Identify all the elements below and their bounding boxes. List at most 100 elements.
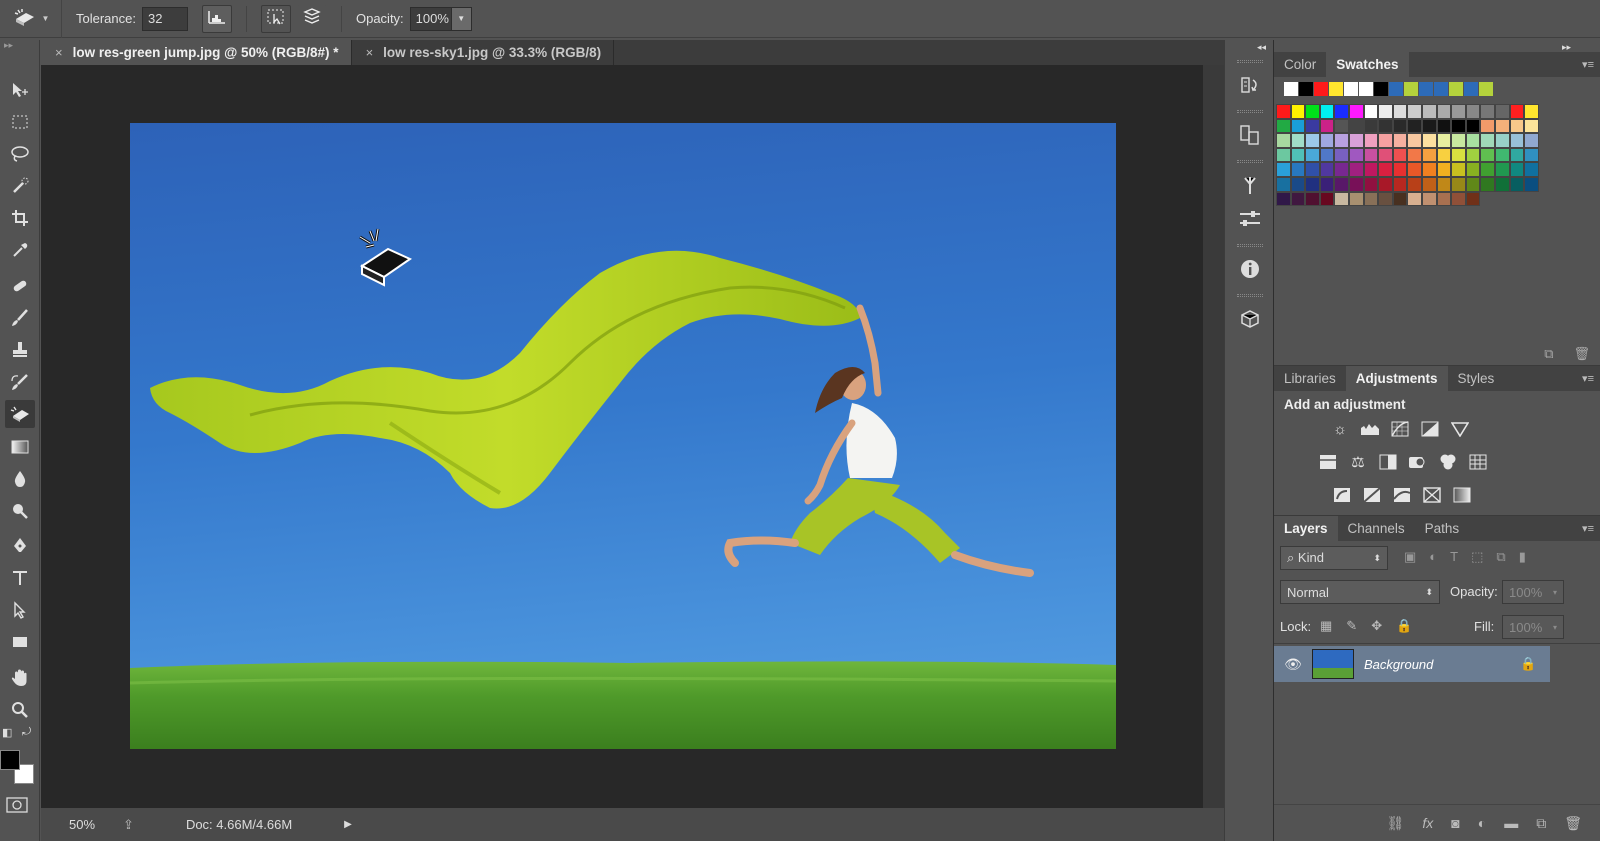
swatch[interactable]: [1344, 82, 1358, 96]
swatch[interactable]: [1276, 176, 1291, 192]
rectangle-icon[interactable]: [5, 628, 35, 656]
swatch[interactable]: [1363, 176, 1379, 192]
zoom-icon[interactable]: [5, 696, 35, 724]
swatch[interactable]: [1494, 133, 1510, 148]
swatch[interactable]: [1392, 191, 1408, 207]
swatch[interactable]: [1290, 191, 1306, 207]
brush-settings-icon[interactable]: [1233, 204, 1267, 234]
swatch[interactable]: [1524, 118, 1539, 134]
canvas-area[interactable]: [41, 65, 1203, 808]
swatch[interactable]: [1392, 118, 1408, 134]
panel-menu-icon[interactable]: ▾≡: [1582, 58, 1594, 71]
vibrance-icon[interactable]: [1450, 419, 1470, 439]
swatch[interactable]: [1407, 191, 1422, 207]
tab-libraries[interactable]: Libraries: [1274, 366, 1346, 391]
blend-mode-select[interactable]: Normal ⬍: [1280, 580, 1440, 604]
clone-source-icon[interactable]: [1233, 120, 1267, 150]
swatch[interactable]: [1305, 104, 1320, 119]
swatch[interactable]: [1436, 191, 1452, 207]
swatch[interactable]: [1319, 176, 1335, 192]
swatch[interactable]: [1363, 191, 1379, 207]
photo-filter-icon[interactable]: [1408, 452, 1428, 472]
swatch[interactable]: [1363, 162, 1379, 177]
swatch[interactable]: [1524, 162, 1539, 177]
swatch[interactable]: [1465, 147, 1481, 163]
tab-adjustments[interactable]: Adjustments: [1345, 366, 1448, 391]
swatch[interactable]: [1348, 104, 1364, 119]
share-icon[interactable]: ⇪: [123, 817, 134, 833]
close-icon[interactable]: ×: [366, 45, 374, 60]
new-adjustment-layer-icon[interactable]: ◐: [1478, 815, 1486, 831]
swatch[interactable]: [1494, 176, 1510, 192]
swatch[interactable]: [1480, 192, 1495, 207]
document-tab-sky1[interactable]: × low res-sky1.jpg @ 33.3% (RGB/8): [351, 40, 615, 65]
swatch[interactable]: [1389, 82, 1403, 96]
gradient-icon[interactable]: [5, 433, 35, 461]
lasso-icon[interactable]: [5, 140, 35, 168]
swatch[interactable]: [1334, 133, 1349, 148]
brush-icon[interactable]: [5, 304, 35, 332]
swatch[interactable]: [1392, 133, 1408, 148]
lock-position-icon[interactable]: ✥: [1371, 618, 1382, 634]
swatch[interactable]: [1348, 191, 1364, 207]
threshold-icon[interactable]: [1392, 485, 1412, 505]
layer-filter-kind-select[interactable]: ⌕ Kind ⬍: [1280, 546, 1388, 570]
adjustment-layer-filter-icon[interactable]: ◐: [1429, 549, 1437, 565]
swatch[interactable]: [1276, 133, 1291, 148]
document-tab-green-jump[interactable]: × low res-green jump.jpg @ 50% (RGB/8#) …: [41, 40, 352, 65]
swatch[interactable]: [1509, 104, 1525, 119]
swatch[interactable]: [1378, 147, 1393, 163]
toolbox-grip[interactable]: ▸▸: [0, 40, 39, 52]
swatch[interactable]: [1407, 133, 1422, 148]
document-canvas-image[interactable]: [130, 123, 1116, 749]
foreground-color-swatch[interactable]: [0, 750, 20, 770]
swatch[interactable]: [1465, 162, 1481, 177]
swatch[interactable]: [1494, 118, 1510, 134]
swatch[interactable]: [1404, 82, 1418, 96]
swatch[interactable]: [1451, 191, 1466, 207]
swatch[interactable]: [1329, 82, 1343, 96]
dodge-icon[interactable]: [5, 497, 35, 525]
swatch[interactable]: [1436, 162, 1452, 177]
filter-toggle-icon[interactable]: ▮: [1519, 549, 1526, 565]
swatch[interactable]: [1407, 162, 1422, 177]
swatch[interactable]: [1436, 147, 1452, 163]
swatch[interactable]: [1363, 118, 1379, 134]
swatch[interactable]: [1509, 176, 1525, 192]
swatch[interactable]: [1464, 82, 1478, 96]
layer-name[interactable]: Background: [1364, 657, 1520, 672]
swatch[interactable]: [1510, 192, 1525, 207]
tab-color[interactable]: Color: [1274, 52, 1326, 77]
lock-pixels-icon[interactable]: ✎: [1346, 618, 1357, 634]
swatch[interactable]: [1524, 147, 1539, 163]
marquee-icon[interactable]: [5, 108, 35, 136]
close-icon[interactable]: ×: [55, 45, 63, 60]
swatch[interactable]: [1480, 104, 1495, 119]
swatch[interactable]: [1378, 118, 1393, 134]
swatch[interactable]: [1407, 104, 1422, 119]
swatch[interactable]: [1305, 191, 1320, 207]
swap-colors-icon[interactable]: ⤾: [22, 726, 31, 739]
swatch[interactable]: [1305, 147, 1320, 163]
swatch[interactable]: [1378, 104, 1393, 119]
opacity-control[interactable]: 100% ▼: [409, 6, 472, 31]
invert-icon[interactable]: [1332, 485, 1352, 505]
swatch[interactable]: [1314, 82, 1328, 96]
swatch[interactable]: [1334, 191, 1349, 207]
tool-preset-picker[interactable]: ▼: [0, 0, 62, 38]
swatch[interactable]: [1348, 147, 1364, 163]
swatch[interactable]: [1434, 82, 1448, 96]
dock-grip[interactable]: [1237, 294, 1263, 297]
swatch[interactable]: [1436, 104, 1452, 119]
clone-stamp-icon[interactable]: [5, 336, 35, 364]
sample-all-layers-toggle[interactable]: [296, 4, 327, 33]
swatch[interactable]: [1276, 118, 1291, 134]
layer-row-background[interactable]: 👁 Background 🔒: [1274, 646, 1550, 682]
hue-saturation-icon[interactable]: [1318, 452, 1338, 472]
history-icon[interactable]: [1233, 70, 1267, 100]
swatch[interactable]: [1348, 162, 1364, 177]
swatch[interactable]: [1449, 82, 1463, 96]
swatch[interactable]: [1495, 192, 1510, 207]
swatch[interactable]: [1480, 176, 1495, 192]
black-white-icon[interactable]: [1378, 452, 1398, 472]
